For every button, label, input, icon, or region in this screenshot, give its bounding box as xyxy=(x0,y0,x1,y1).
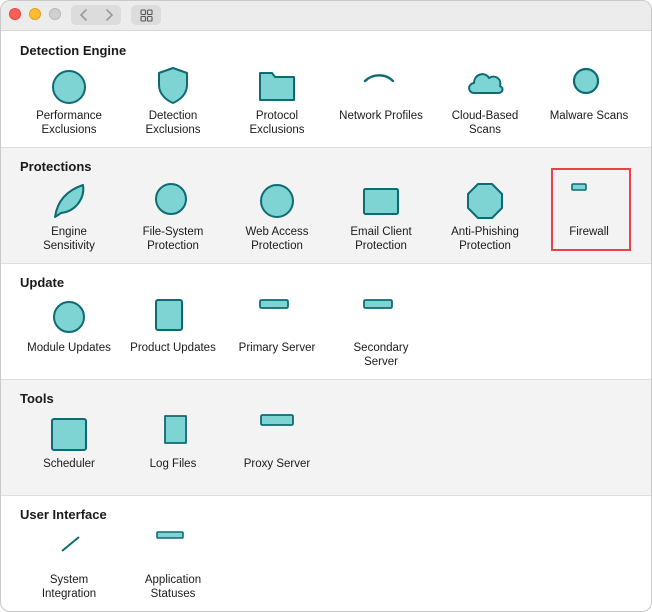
pref-item-label: Network Profiles xyxy=(339,110,423,122)
section-title: Detection Engine xyxy=(20,43,127,58)
folder-icon xyxy=(259,72,295,101)
zoom-window-button[interactable] xyxy=(49,8,61,20)
close-window-button[interactable] xyxy=(9,8,21,20)
feather-icon xyxy=(54,184,85,218)
section-tools: Tools Scheduler Log Files Proxy Server xyxy=(1,380,651,496)
calendar-icon xyxy=(51,418,87,451)
pref-item-label: Secondary Server xyxy=(353,342,409,368)
show-all-button[interactable] xyxy=(131,5,161,25)
chevron-right-icon xyxy=(105,9,113,21)
section-title: Protections xyxy=(20,159,92,174)
section-title: Tools xyxy=(20,391,54,406)
refresh-icon xyxy=(53,301,85,333)
clock-shield-icon xyxy=(155,183,187,215)
envelope-icon xyxy=(363,188,399,215)
server-1-icon xyxy=(259,299,289,309)
pref-item-label: Product Updates xyxy=(130,342,216,354)
title-bar xyxy=(1,1,651,31)
magnifier-icon xyxy=(572,67,600,95)
pref-item-label: Protocol Exclusions xyxy=(249,110,305,136)
pref-item-label: System Integration xyxy=(41,574,97,600)
pref-item-label: Cloud-Based Scans xyxy=(451,110,519,136)
fishhook-icon xyxy=(467,183,503,219)
pref-item-label: Log Files xyxy=(149,458,197,470)
back-button[interactable] xyxy=(71,5,96,25)
section-update: Update Module Updates Product Updates Pr… xyxy=(1,264,651,380)
chevron-left-icon xyxy=(79,9,87,21)
nodes-icon xyxy=(61,536,80,552)
forward-button[interactable] xyxy=(96,5,121,25)
log-files-icon xyxy=(164,415,187,444)
pref-item-label: File-System Protection xyxy=(142,226,204,252)
warning-shield-icon xyxy=(158,67,188,104)
pref-item-label: Malware Scans xyxy=(549,110,629,122)
section-title: Update xyxy=(20,275,65,290)
navigation-buttons xyxy=(71,5,121,25)
proxy-server-icon xyxy=(260,414,294,426)
pref-item-label: Module Updates xyxy=(27,342,111,354)
status-list-icon xyxy=(156,531,184,539)
pref-item-label: Engine Sensitivity xyxy=(43,226,95,252)
pref-item-label: Scheduler xyxy=(43,458,95,470)
speedometer-icon xyxy=(52,70,86,104)
wifi-document-icon xyxy=(363,74,395,83)
section-title: User Interface xyxy=(20,507,107,522)
pref-item-label: Primary Server xyxy=(238,342,316,354)
section-user-interface: User Interface System Integration Applica… xyxy=(1,496,651,611)
minimize-window-button[interactable] xyxy=(29,8,41,20)
preferences-window: Detection Engine Performance Exclusions D… xyxy=(0,0,652,612)
cloud-shield-icon xyxy=(468,73,504,94)
pref-item-label: Anti-Phishing Protection xyxy=(451,226,519,252)
pref-item-label: Web Access Protection xyxy=(245,226,309,252)
pref-item-label: Proxy Server xyxy=(243,458,311,470)
pref-item-label: Email Client Protection xyxy=(350,226,412,252)
pref-item-label: Detection Exclusions xyxy=(145,110,201,136)
pref-item-label: Application Statuses xyxy=(144,574,202,600)
grid-view-icon xyxy=(139,8,153,22)
selection-highlight xyxy=(551,168,631,251)
section-detection-engine: Detection Engine Performance Exclusions D… xyxy=(1,32,651,148)
pref-item-application-statuses[interactable]: Application Statuses xyxy=(121,529,225,611)
product-update-icon xyxy=(155,299,183,331)
pref-item-label: Performance Exclusions xyxy=(36,110,102,136)
server-2-icon xyxy=(363,299,393,309)
globe-icon xyxy=(260,184,294,218)
pref-item-system-integration[interactable]: System Integration xyxy=(17,529,121,611)
